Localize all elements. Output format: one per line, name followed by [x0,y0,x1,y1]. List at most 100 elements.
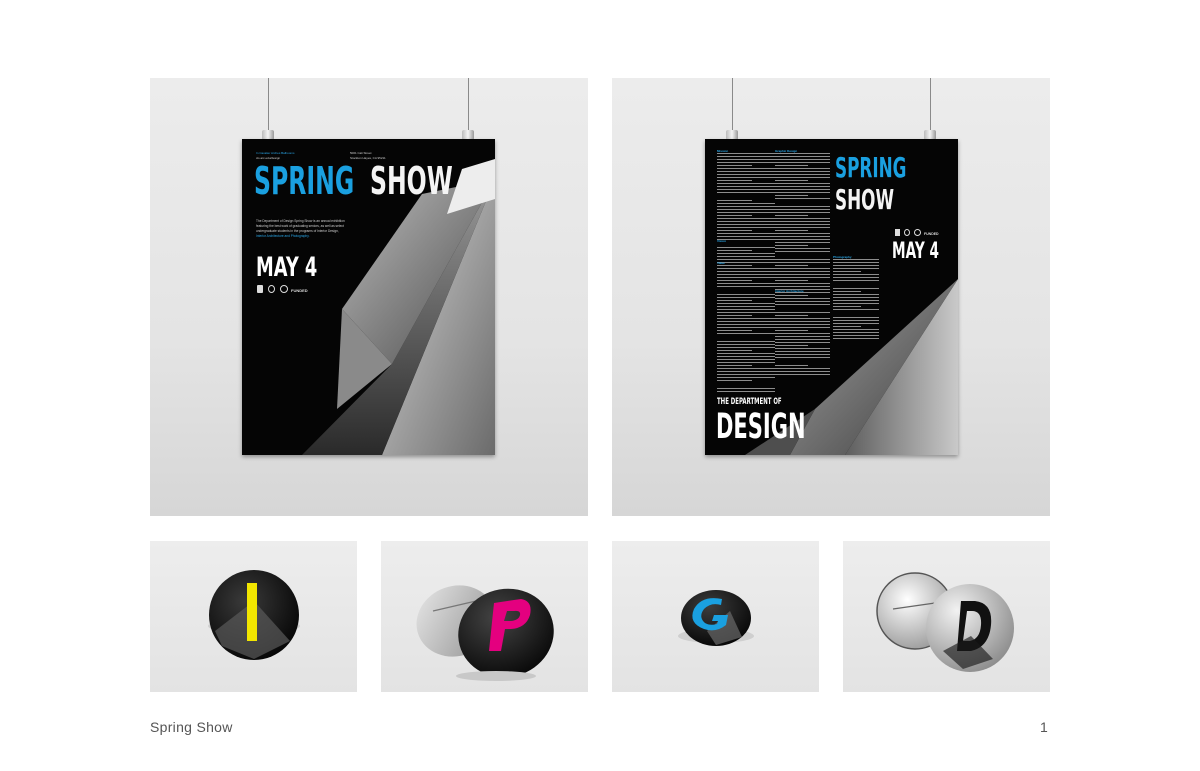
body-text-line [717,180,752,181]
title-spring: SPRING [835,151,907,184]
body-text-line [717,312,775,313]
body-text-line [717,233,775,234]
blurb-line: undergraduate students in the programs o… [256,229,339,233]
body-text-line [775,368,830,369]
body-text-line [717,259,775,260]
body-text-line [717,162,775,163]
body-text-line [833,335,879,336]
body-text-line [833,326,861,327]
seal-logo-icon [268,285,275,293]
body-text-line [833,280,879,281]
body-text-line [717,388,775,389]
body-text-line [775,371,830,372]
body-text-line [775,283,830,284]
body-text-line [775,195,808,196]
body-text-line [717,168,775,169]
body-text-line [717,391,775,392]
body-text-line [775,174,830,175]
body-text-line [717,309,775,310]
body-text-line [717,209,775,210]
title-show: SHOW [835,183,894,216]
event-date: MAY 4 [892,239,939,264]
column-heading: Mission [717,149,729,153]
dept-label: THE DEPARTMENT OF [717,397,782,407]
body-text-line [833,323,879,324]
body-text-line [717,262,775,263]
button-mockup-p [381,541,588,692]
body-text-line [775,221,830,222]
body-text-line [775,374,830,375]
body-text-line [717,236,775,237]
body-text-line [775,224,830,225]
body-text-line [717,327,775,328]
body-text-line [775,333,830,334]
body-text-line [775,339,830,340]
body-text-line [717,156,775,157]
body-text-line [717,253,775,254]
body-text-line [775,168,830,169]
title-spring: SPRING [254,159,355,203]
body-text-line [717,300,752,301]
body-text-line [775,321,830,322]
pin-button-p [416,585,554,681]
body-text-line [717,221,775,222]
body-text-line [775,262,830,263]
body-text-line [775,251,830,252]
title-show: SHOW [370,159,453,203]
body-text-line [775,171,830,172]
body-text-line [833,309,879,310]
body-text-line [775,295,808,296]
column-heading: Photography [833,255,852,259]
body-text-line [717,330,752,331]
body-text-line [775,298,830,299]
body-text-line [775,336,830,337]
body-text-line [717,368,775,369]
address-line: 5001 Cali Street [350,151,372,155]
body-text-line [717,177,775,178]
sponsor-label: FUNDED [291,288,308,293]
blurb-line: Interior Architecture and Photography. [256,234,310,238]
body-text-line [717,371,775,372]
body-text-line [775,153,830,154]
body-text-line [775,327,830,328]
body-text-line [833,265,879,266]
body-text-line [717,303,775,304]
body-text-line [833,262,879,263]
body-text-line [833,320,879,321]
body-text-line [775,345,808,346]
body-text-line [717,333,775,334]
body-text-line [775,165,808,166]
body-text-line [775,301,830,302]
body-text-line [833,317,879,318]
body-text-line [775,330,808,331]
body-text-line [717,344,775,345]
body-text-line [717,362,775,363]
body-text-line [717,294,775,295]
body-text-line [717,186,775,187]
body-text-line [775,324,830,325]
seal-logo-icon [904,229,910,236]
body-text-line [717,380,752,381]
sponsor-label: FUNDED [924,232,939,236]
body-text-line [717,297,775,298]
body-text-line [775,365,808,366]
event-date: MAY 4 [256,252,318,283]
body-text-line [775,159,830,160]
body-text-line [717,347,775,348]
body-text-line [775,348,830,349]
body-text-line [833,271,861,272]
body-text-line [775,206,830,207]
body-text-line [775,248,830,249]
body-text-line [833,329,879,330]
body-text-line [717,283,775,284]
body-text-line [775,286,830,287]
body-text-line [717,306,775,307]
body-text-line [833,277,879,278]
body-text-line [717,268,775,269]
body-text-line [833,338,879,339]
body-text-line [717,218,775,219]
body-text-line [833,268,879,269]
body-text-line [717,189,775,190]
body-text-line [775,209,830,210]
body-text-line [775,180,808,181]
